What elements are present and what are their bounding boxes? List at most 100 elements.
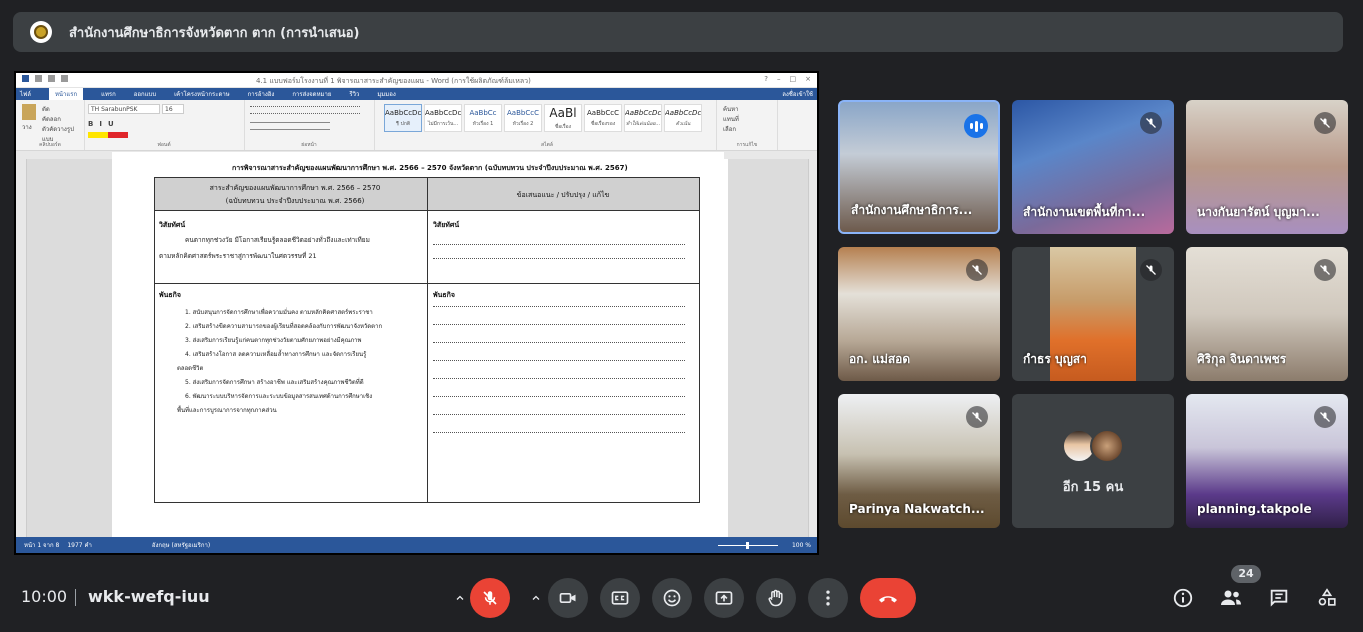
mic-off-icon [483,591,497,605]
style-heading-2[interactable]: AaBbCcC หัวเรื่อง 2 [504,104,542,132]
paste-icon[interactable] [22,104,36,120]
participant-tile[interactable]: อก. แม่สอด [838,247,1000,381]
activities-icon [1318,588,1336,606]
participant-tile[interactable]: สำนักงานเขตพื้นที่กา... [1012,100,1174,234]
paste-label[interactable]: วาง [22,122,32,132]
editing-group-label: การแก้ไข [736,142,758,148]
participant-tile[interactable]: planning.takpole [1186,394,1348,528]
copy-button[interactable]: คัดลอก [42,114,61,124]
ribbon-tab-home[interactable]: หน้าแรก [48,88,84,100]
ribbon-tab-mailings[interactable]: การส่งจดหมาย [292,89,331,99]
raise-hand-button[interactable] [756,578,796,618]
captions-button[interactable] [600,578,640,618]
page-count[interactable]: หน้า 1 จาก 8 [24,540,59,550]
document-page[interactable]: การพิจารณาสาระสำคัญของแผนพัฒนาการศึกษา พ… [112,159,728,537]
ribbon-tab-review[interactable]: รีวิว [349,89,359,99]
mission-item: 4. เสริมสร้างโอกาส ลดความเหลื่อมล้ำทางกา… [185,351,367,358]
style-emphasis[interactable]: AaBbCcDc ตัวเน้น [664,104,702,132]
participant-tile[interactable]: ศิริกุล จินดาเพชร [1186,247,1348,381]
close-icon[interactable]: × [805,75,811,83]
font-name-select[interactable]: TH SarabunPSK [88,104,160,114]
vertical-scrollbar[interactable] [808,159,817,537]
ribbon-tab-design[interactable]: ออกแบบ [134,89,156,99]
vertical-ruler[interactable] [16,159,27,537]
format-buttons[interactable]: BIU [88,120,120,128]
doc-heading: การพิจารณาสาระสำคัญของแผนพัฒนาการศึกษา พ… [232,164,628,172]
ribbon-tab-file[interactable]: ไฟล์ [20,89,31,99]
redo-icon[interactable] [61,75,68,82]
ribbon-tab-view[interactable]: มุมมอง [377,89,395,99]
font-group-label: ฟอนต์ [157,142,171,148]
participant-name: ศิริกุล จินดาเพชร [1197,352,1287,366]
styles-gallery: AaBbCcDc ¶ ปกติ AaBbCcDc ไม่มีการเว้น... A… [384,104,702,132]
word-statusbar: หน้า 1 จาก 8 1977 คำ อังกฤษ (สหรัฐอเมริก… [16,537,817,553]
minimize-icon[interactable]: – [777,75,781,83]
ribbon-tab-layout[interactable]: เค้าโครงหน้ากระดาษ [174,89,230,99]
zoom-control: 100 % [717,541,811,549]
others-tile[interactable]: อีก 15 คน [1012,394,1174,528]
mission-item: 6. พัฒนาระบบบริหารจัดการและระบบข้อมูลสาร… [185,393,373,400]
table-header-col2: ข้อเสนอแนะ / ปรับปรุง / แก้ไข [516,191,610,199]
find-button[interactable]: ค้นหา [723,104,738,114]
participant-name: สำนักงานเขตพื้นที่กา... [1023,205,1146,219]
align-buttons-icon[interactable] [250,122,330,130]
leave-call-button[interactable] [860,578,916,618]
ribbon-tabs: ไฟล์ หน้าแรก แทรก ออกแบบ เค้าโครงหน้ากระ… [16,88,817,100]
font-size-select[interactable]: 16 [162,104,184,114]
org-logo-icon [30,21,52,43]
save-icon[interactable] [35,75,42,82]
style-no-spacing[interactable]: AaBbCcDc ไม่มีการเว้น... [424,104,462,132]
mission-dotted-line [433,306,685,307]
reactions-button[interactable] [652,578,692,618]
zoom-level[interactable]: 100 % [792,542,811,549]
ribbon-tab-insert[interactable]: แทรก [101,89,116,99]
clipboard-group-label: คลิปบอร์ด [39,142,61,148]
style-heading-1[interactable]: AaBbCc หัวเรื่อง 1 [464,104,502,132]
camera-toggle-button[interactable] [548,578,588,618]
style-subtle-emphasis[interactable]: AaBbCcDc ทำให้เด่นน้อย... [624,104,662,132]
mic-off-icon [1314,406,1336,428]
maximize-icon[interactable]: □ [790,75,797,83]
help-icon[interactable]: ? [764,75,768,83]
style-subtitle[interactable]: AaBbCcC ชื่อเรื่องรอง [584,104,622,132]
meeting-details-button[interactable] [1169,585,1197,611]
participant-tile[interactable]: กำธร บุญสา [1012,247,1174,381]
document-area[interactable]: การพิจารณาสาระสำคัญของแผนพัฒนาการศึกษา พ… [16,159,817,537]
style-normal[interactable]: AaBbCcDc ¶ ปกติ [384,104,422,132]
participant-tile[interactable]: นางกันยารัตน์ บุญมา... [1186,100,1348,234]
replace-button[interactable]: แทนที่ [723,114,739,124]
present-button[interactable] [704,578,744,618]
chat-button[interactable] [1265,585,1293,611]
cut-button[interactable]: ตัด [42,104,50,114]
clipboard-group: วาง ตัด คัดลอก ตัวคัดวางรูปแบบ คลิปบอร์ด [16,100,85,150]
language-indicator[interactable]: อังกฤษ (สหรัฐอเมริกา) [152,540,210,550]
video-options-button[interactable] [524,578,548,618]
mission-dotted-line [433,342,685,343]
zoom-slider[interactable] [717,541,778,549]
participant-tile[interactable]: Parinya Nakwatch... [838,394,1000,528]
style-title[interactable]: AaBl ชื่อเรื่อง [544,104,582,132]
more-options-button[interactable] [808,578,848,618]
activities-button[interactable] [1313,585,1341,611]
audio-options-button[interactable] [448,578,472,618]
list-buttons-icon[interactable] [250,106,360,114]
presentation-title: สำนักงานศึกษาธิการจังหวัดตาก ตาก (การนำเ… [69,25,360,41]
undo-icon[interactable] [48,75,55,82]
vision-feedback-label: วิสัยทัศน์ [433,221,460,229]
meeting-clock: 10:00 [21,587,68,606]
sign-in-link[interactable]: ลงชื่อเข้าใช้ [782,89,813,99]
ribbon-tab-references[interactable]: การอ้างอิง [248,89,275,99]
participant-tile[interactable]: สำนักงานศึกษาธิการ... [838,100,1000,234]
mic-toggle-button[interactable] [470,578,510,618]
meeting-code[interactable]: wkk-wefq-iuu [88,587,210,606]
doc-table: สาระสำคัญของแผนพัฒนาการศึกษา พ.ศ. 2566 –… [154,177,700,503]
select-button[interactable]: เลือก [723,124,736,134]
mission-dotted-line [433,378,685,379]
word-count[interactable]: 1977 คำ [67,540,92,550]
mission-label: พันธกิจ [159,291,182,299]
word-app-icon [22,75,29,82]
mission-feedback-label: พันธกิจ [433,291,456,299]
highlight-color-icon[interactable] [88,132,128,138]
people-button[interactable] [1217,585,1245,611]
vision-text-1: คนตากทุกช่วงวัย มีโอกาสเรียนรู้ตลอดชีวิต… [185,236,370,244]
